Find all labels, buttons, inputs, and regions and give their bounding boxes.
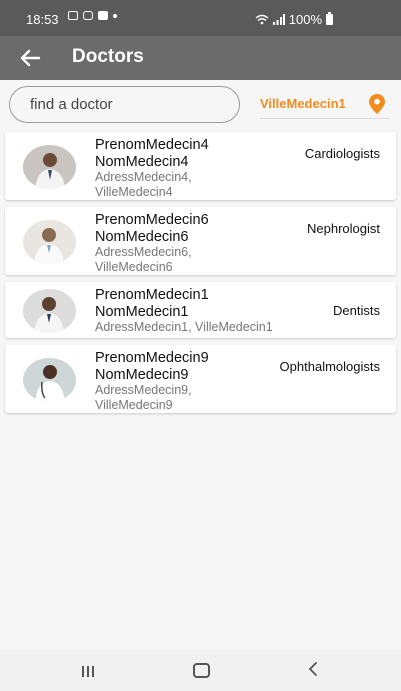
location-underline	[260, 118, 390, 119]
gallery-icon	[68, 11, 78, 20]
system-nav-bar	[0, 650, 401, 691]
location-pin-icon[interactable]	[369, 94, 385, 114]
doctor-last-name: NomMedecin9	[95, 367, 189, 383]
home-button[interactable]	[193, 663, 210, 678]
doctor-first-name: PrenomMedecin6	[95, 212, 209, 228]
doctor-specialty: Dentists	[333, 303, 380, 318]
doctor-address: AdressMedecin1, VilleMedecin1	[95, 320, 273, 334]
doctor-specialty: Cardiologists	[304, 146, 380, 161]
doctor-photo	[23, 145, 76, 189]
recents-icon-bar	[87, 666, 89, 677]
app-bar: Doctors	[0, 36, 401, 80]
status-bar: 18:53 100%	[0, 0, 401, 36]
page-title: Doctors	[72, 46, 144, 67]
doctor-avatar	[23, 220, 76, 264]
doctor-specialty: Nephrologist	[307, 221, 380, 236]
doctor-photo	[23, 220, 76, 264]
signal-icon	[272, 14, 285, 25]
doctor-avatar	[23, 358, 76, 402]
instagram-icon	[83, 11, 93, 20]
doctor-photo	[23, 358, 76, 402]
recents-icon-bar	[82, 666, 84, 677]
doctor-name: PrenomMedecin9 NomMedecin9	[95, 350, 209, 384]
doctor-avatar	[23, 145, 76, 189]
doctor-name: PrenomMedecin1 NomMedecin1	[95, 287, 209, 321]
status-time: 18:53	[26, 12, 59, 27]
more-notifications-icon	[113, 13, 117, 18]
notification-icons	[68, 11, 117, 20]
doctor-last-name: NomMedecin6	[95, 229, 189, 245]
doctor-address: AdressMedecin6, VilleMedecin6	[95, 245, 192, 274]
doctor-card[interactable]: PrenomMedecin1 NomMedecin1 AdressMedecin…	[5, 282, 396, 338]
search-box[interactable]	[9, 86, 240, 123]
battery-icon	[326, 12, 333, 25]
doctor-avatar	[23, 289, 76, 333]
search-row: VilleMedecin1	[0, 80, 401, 130]
location-selector[interactable]: VilleMedecin1	[260, 96, 346, 111]
search-input[interactable]	[28, 95, 232, 114]
doctor-last-name: NomMedecin1	[95, 304, 189, 320]
doctor-card[interactable]: PrenomMedecin4 NomMedecin4 AdressMedecin…	[5, 132, 396, 200]
doctor-name: PrenomMedecin4 NomMedecin4	[95, 137, 209, 171]
doctor-photo	[23, 289, 76, 333]
nav-back-icon[interactable]	[308, 662, 318, 676]
doctor-address: AdressMedecin4, VilleMedecin4	[95, 170, 192, 199]
doctor-name: PrenomMedecin6 NomMedecin6	[95, 212, 209, 246]
youtube-icon	[98, 11, 108, 20]
doctor-address: AdressMedecin9, VilleMedecin9	[95, 383, 192, 412]
battery-percent: 100%	[288, 12, 322, 27]
doctor-first-name: PrenomMedecin4	[95, 137, 209, 153]
doctor-card[interactable]: PrenomMedecin9 NomMedecin9 AdressMedecin…	[5, 345, 396, 413]
doctor-last-name: NomMedecin4	[95, 154, 189, 170]
status-right: 100%	[255, 12, 333, 27]
doctor-specialty: Ophthalmologists	[279, 359, 380, 374]
back-arrow-icon[interactable]	[18, 47, 42, 69]
recents-button[interactable]	[82, 664, 97, 682]
wifi-icon	[255, 14, 269, 25]
doctor-first-name: PrenomMedecin9	[95, 350, 209, 366]
doctor-first-name: PrenomMedecin1	[95, 287, 209, 303]
recents-icon-bar	[92, 666, 94, 677]
doctor-card[interactable]: PrenomMedecin6 NomMedecin6 AdressMedecin…	[5, 207, 396, 275]
